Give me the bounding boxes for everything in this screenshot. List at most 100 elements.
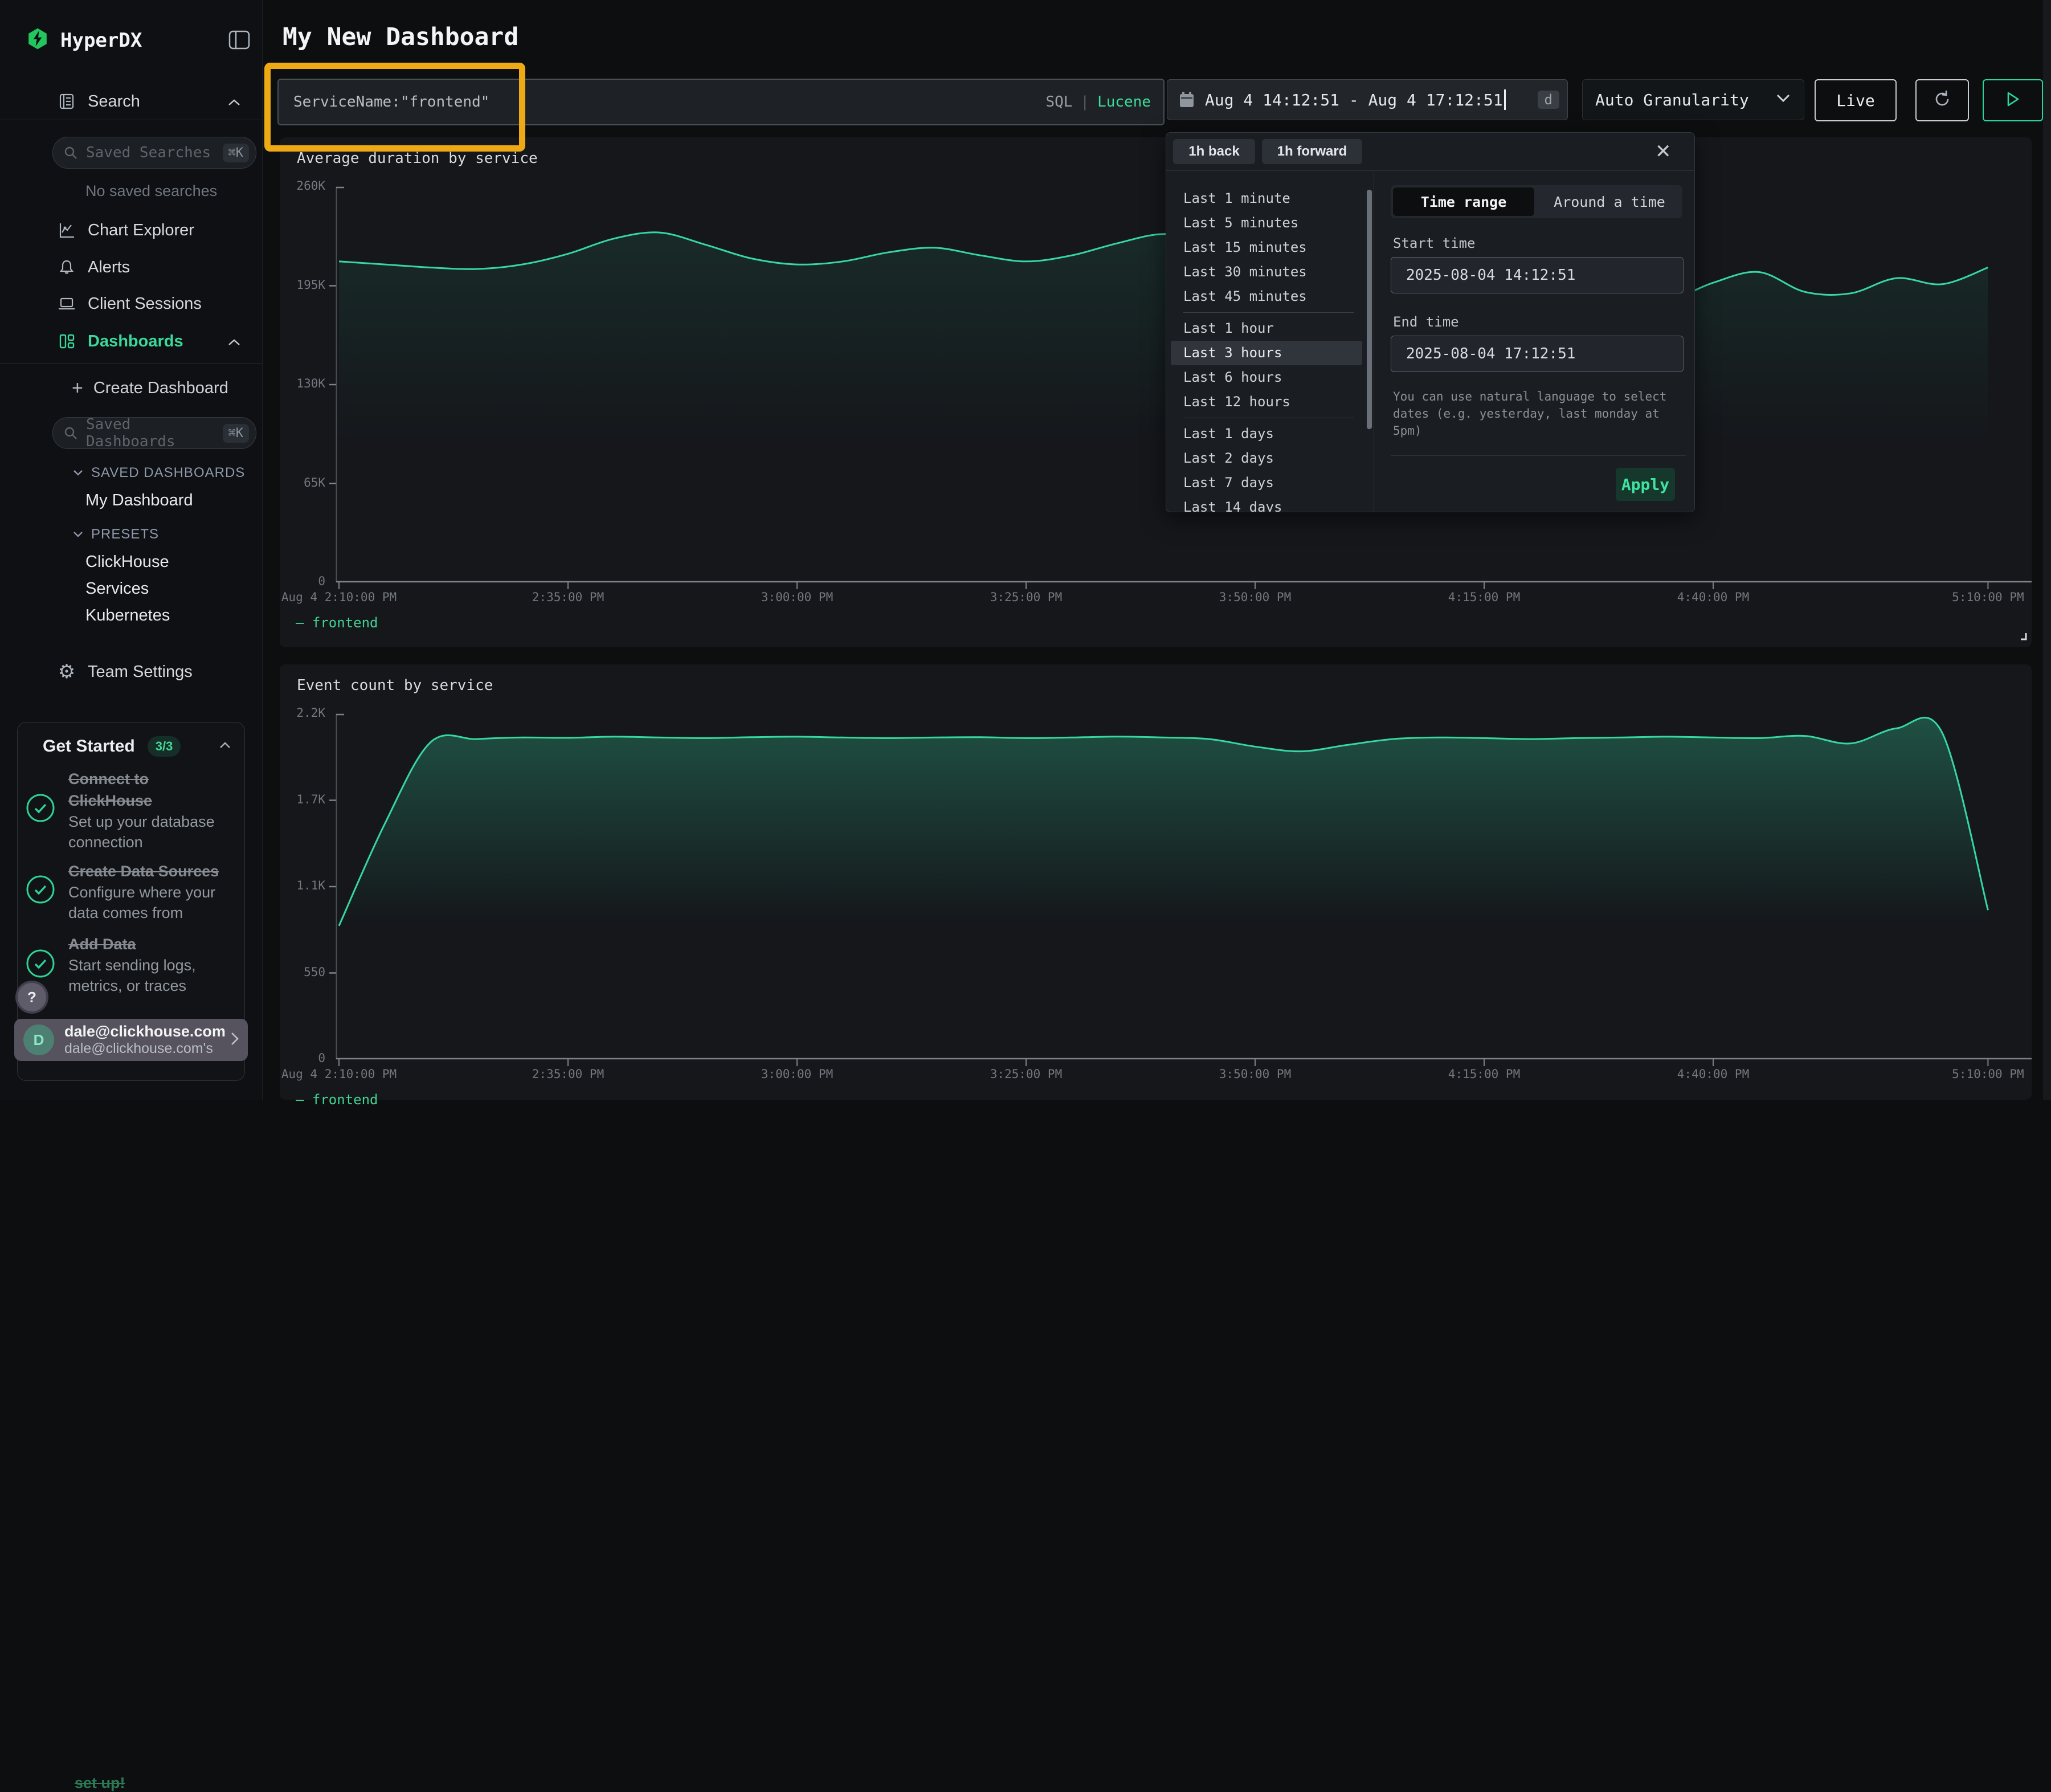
checklist-item-desc: Set up your database connection (68, 811, 222, 852)
sidebar-item-clickhouse[interactable]: ClickHouse (85, 553, 169, 572)
apply-label: Apply (1621, 475, 1669, 494)
check-circle-icon (26, 875, 55, 907)
x-axis-labels: Aug 4 2:10:00 PM2:35:00 PM3:00:00 PM3:25… (336, 590, 2032, 607)
user-account-chip[interactable]: D dale@clickhouse.com dale@clickhouse.co… (14, 1019, 248, 1061)
check-circle-icon (26, 793, 55, 826)
chart-panel-event-count[interactable]: Event count by service 05501.1K1.7K2.2K … (280, 664, 2032, 1100)
chart-legend[interactable]: — frontend (296, 615, 378, 631)
checklist-item[interactable]: Connect to ClickHouse Set up your databa… (68, 768, 222, 852)
saved-searches-input[interactable]: Saved Searches ⌘K (52, 137, 256, 169)
x-tick-label: 5:10:00 PM (1952, 1067, 2024, 1081)
relative-time-list: Last 1 minuteLast 5 minutesLast 15 minut… (1166, 186, 1367, 512)
close-icon[interactable]: ✕ (1655, 142, 1672, 161)
sidebar-item-alerts[interactable]: Alerts (0, 251, 262, 284)
chevron-up-icon[interactable] (219, 741, 231, 752)
tab-time-range[interactable]: Time range (1393, 187, 1534, 216)
relative-time-option[interactable]: Last 14 days (1171, 495, 1362, 512)
end-time-input[interactable]: 2025-08-04 17:12:51 (1391, 336, 1684, 372)
relative-time-option[interactable]: Last 15 minutes (1171, 235, 1362, 260)
x-axis-labels: Aug 4 2:10:00 PM2:35:00 PM3:00:00 PM3:25… (336, 1067, 2032, 1084)
chart-panel-avg-duration[interactable]: Average duration by service 065K130K195K… (280, 137, 2032, 647)
annotation-highlight-box (264, 63, 525, 152)
help-label: ? (27, 989, 36, 1006)
relative-time-option[interactable]: Last 5 minutes (1171, 211, 1362, 235)
get-started-header[interactable]: Get Started 3/3 (43, 736, 231, 757)
chart-title: Event count by service (297, 677, 493, 694)
relative-time-option[interactable]: Last 1 hour (1171, 316, 1362, 341)
relative-time-option[interactable]: Last 2 days (1171, 446, 1362, 471)
chart-legend[interactable]: — frontend (296, 1092, 378, 1108)
x-tick-label: 3:50:00 PM (1219, 590, 1291, 604)
get-started-hidden-note: set up! (75, 1774, 125, 1792)
sidebar-item-client-sessions[interactable]: Client Sessions (0, 287, 262, 320)
shift-forward-button[interactable]: 1h forward (1262, 139, 1362, 164)
sidebar-collapse-icon[interactable] (228, 30, 251, 53)
x-tick-label: 4:15:00 PM (1448, 1067, 1520, 1081)
x-tick-label: 4:40:00 PM (1677, 1067, 1749, 1081)
sidebar-item-chart-explorer[interactable]: Chart Explorer (0, 214, 262, 247)
calendar-icon (1179, 91, 1195, 108)
relative-time-option[interactable]: Last 45 minutes (1171, 284, 1362, 309)
app-logo[interactable]: HyperDX (26, 27, 142, 53)
sidebar-item-team-settings[interactable]: ⚙ Team Settings (0, 655, 262, 688)
x-tick-label: 4:15:00 PM (1448, 590, 1520, 604)
sidebar-item-kubernetes[interactable]: Kubernetes (85, 606, 170, 625)
apply-button[interactable]: Apply (1616, 468, 1675, 501)
saved-dashboards-input[interactable]: Saved Dashboards ⌘K (52, 417, 256, 449)
natural-language-hint: You can use natural language to selectda… (1393, 388, 1686, 439)
section-presets[interactable]: PRESETS (73, 526, 159, 542)
relative-time-option[interactable]: Last 7 days (1171, 471, 1362, 495)
start-time-input[interactable]: 2025-08-04 14:12:51 (1391, 257, 1684, 293)
refresh-button[interactable] (1915, 79, 1969, 121)
tab-around-a-time[interactable]: Around a time (1539, 187, 1680, 216)
time-picker-tabs: Time range Around a time (1391, 185, 1682, 218)
sidebar-item-label: Alerts (88, 258, 130, 277)
y-axis-labels: 065K130K195K260K (280, 187, 330, 582)
scrollbar[interactable] (1367, 190, 1372, 429)
search-icon (63, 145, 78, 160)
saved-searches-placeholder: Saved Searches (86, 144, 211, 161)
sidebar-item-search[interactable]: Search (0, 85, 262, 118)
relative-time-option[interactable]: Last 30 minutes (1171, 260, 1362, 284)
sidebar-item-label: Dashboards (88, 332, 183, 351)
relative-time-option[interactable]: Last 3 hours (1171, 341, 1362, 365)
end-time-label: End time (1393, 314, 1459, 330)
divider (0, 363, 262, 364)
x-tick-label: 3:00:00 PM (761, 590, 833, 604)
app-name: HyperDX (60, 29, 142, 52)
checklist-item[interactable]: Add Data Start sending logs, metrics, or… (68, 933, 228, 996)
granularity-select[interactable]: Auto Granularity (1582, 79, 1804, 120)
section-saved-dashboards[interactable]: SAVED DASHBOARDS (73, 465, 245, 481)
create-dashboard-button[interactable]: + Create Dashboard (72, 377, 228, 399)
sidebar-item-dashboards[interactable]: Dashboards (0, 325, 262, 358)
checklist-item[interactable]: Create Data Sources Configure where your… (68, 860, 228, 923)
divider (1166, 170, 1694, 171)
relative-time-option[interactable]: Last 6 hours (1171, 365, 1362, 390)
chart-explorer-icon (57, 221, 76, 240)
run-query-button[interactable] (1983, 79, 2043, 121)
time-range-input[interactable]: Aug 4 14:12:51 - Aug 4 17:12:51 d (1167, 79, 1568, 120)
relative-time-option[interactable]: Last 1 minute (1171, 186, 1362, 211)
sidebar-item-services[interactable]: Services (85, 579, 149, 598)
x-tick-label: Aug 4 2:10:00 PM (281, 1067, 397, 1081)
lucene-mode-button[interactable]: Lucene (1097, 93, 1151, 111)
x-tick-label: 3:00:00 PM (761, 1067, 833, 1081)
relative-time-option[interactable]: Last 12 hours (1171, 390, 1362, 414)
sidebar-item-my-dashboard[interactable]: My Dashboard (85, 491, 193, 510)
chart-title: Average duration by service (297, 150, 538, 167)
end-time-value: 2025-08-04 17:12:51 (1406, 345, 1575, 362)
checklist-item-title: Create Data Sources (68, 860, 228, 882)
sql-mode-button[interactable]: SQL (1045, 93, 1072, 111)
live-button[interactable]: Live (1815, 79, 1897, 121)
play-icon (2005, 91, 2020, 110)
page-edge-scroll-gutter[interactable] (2043, 0, 2051, 1100)
help-button[interactable]: ? (15, 981, 48, 1014)
x-tick-label: 2:35:00 PM (532, 1067, 604, 1081)
chevron-up-icon (228, 92, 240, 111)
shift-back-button[interactable]: 1h back (1173, 139, 1255, 164)
relative-time-option[interactable]: Last 1 days (1171, 422, 1362, 446)
chevron-down-icon (73, 470, 83, 476)
resize-handle-icon[interactable] (2019, 632, 2028, 644)
sidebar: HyperDX Search Saved Searches ⌘K No save… (0, 0, 263, 1100)
live-label: Live (1836, 91, 1874, 110)
